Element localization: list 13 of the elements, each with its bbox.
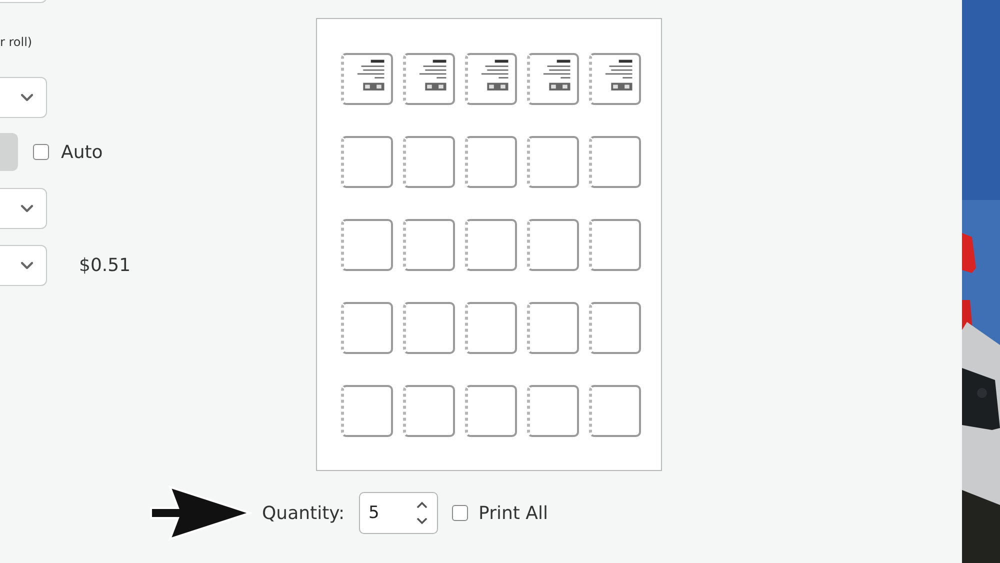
quantity-field[interactable]: 5 (358, 492, 438, 534)
chevron-down-icon (20, 261, 34, 270)
quantity-label: Quantity: (262, 502, 345, 526)
checkbox[interactable] (452, 505, 468, 521)
arrow-icon (150, 485, 252, 541)
price: $0.51 (79, 254, 131, 278)
auto-label: Auto (61, 140, 103, 164)
roll-note: r roll) (0, 34, 34, 51)
chevron-down-icon (20, 93, 34, 102)
chevron-down-icon (20, 204, 34, 213)
print-all-label: Print All (478, 502, 548, 526)
checkbox[interactable] (33, 144, 49, 160)
spinner-arrows-icon[interactable] (414, 499, 429, 527)
